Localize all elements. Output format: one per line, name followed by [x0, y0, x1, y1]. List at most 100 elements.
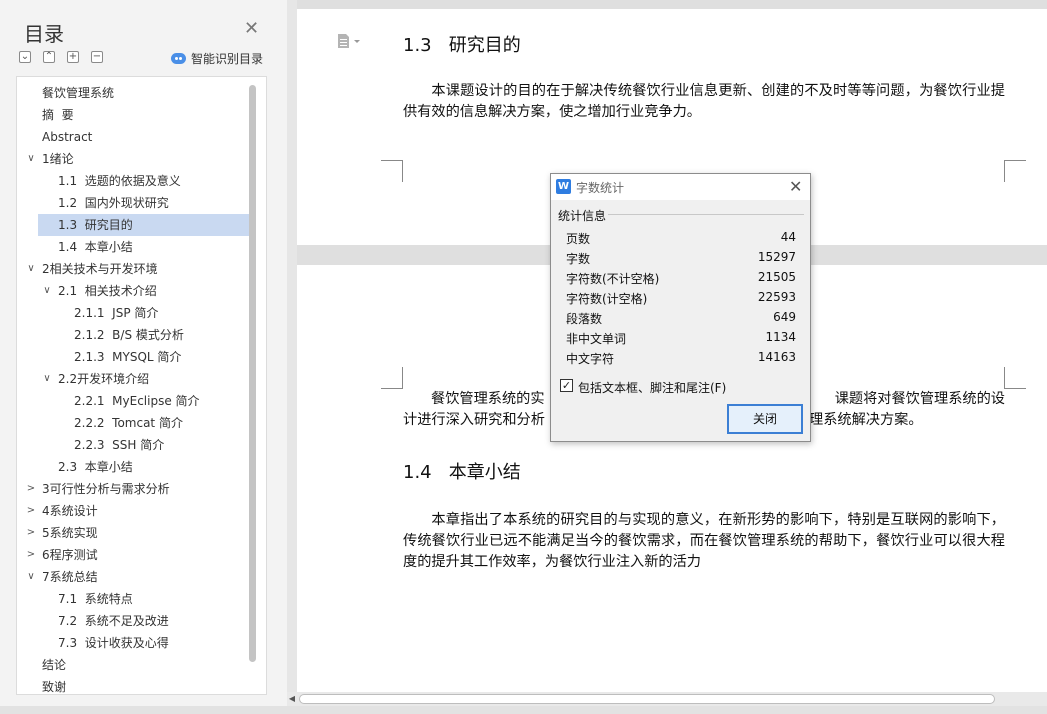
toc-item[interactable]: 2.3 本章小结: [17, 456, 249, 478]
toc-item-label: 2.2开发环境介绍: [58, 372, 150, 386]
chevron-down-icon[interactable]: ∨: [42, 368, 52, 390]
toc-item[interactable]: 7.1 系统特点: [17, 588, 249, 610]
toc-item[interactable]: ∨ 2相关技术与开发环境: [17, 258, 249, 280]
toc-item[interactable]: ∨ 7系统总结: [17, 566, 249, 588]
stat-row: 字符数(计空格) 22593: [566, 290, 796, 310]
toc-item[interactable]: ∨ 2.2开发环境介绍: [17, 368, 249, 390]
close-icon[interactable]: ✕: [244, 20, 259, 38]
toc-item[interactable]: 2.2.2 Tomcat 简介: [17, 412, 249, 434]
document-icon[interactable]: [337, 33, 361, 49]
stat-value: 15297: [757, 250, 796, 264]
toc-item[interactable]: 1.4 本章小结: [17, 236, 249, 258]
scrollbar-thumb[interactable]: [299, 694, 995, 704]
collapse-all-icon[interactable]: ⌄: [19, 51, 31, 63]
toc-item-label: 致谢: [42, 680, 67, 694]
toc-item[interactable]: 餐饮管理系统: [17, 82, 249, 104]
toc-item[interactable]: 7.2 系统不足及改进: [17, 610, 249, 632]
chevron-right-icon[interactable]: >: [26, 478, 36, 500]
toc-item-label: Abstract: [42, 130, 93, 144]
scroll-left-icon[interactable]: ◀: [287, 692, 297, 706]
toc-item[interactable]: ∨ 1绪论: [17, 148, 249, 170]
toc-item[interactable]: >5系统实现: [17, 522, 249, 544]
checkbox-label[interactable]: 包括文本框、脚注和尾注(F): [578, 379, 726, 396]
stat-row: 页数 44: [566, 230, 796, 250]
stat-row: 字符数(不计空格) 21505: [566, 270, 796, 290]
toc-item-label: 摘 要: [42, 108, 74, 122]
dialog-titlebar[interactable]: W 字数统计 ✕: [551, 174, 810, 200]
stat-row: 非中文单词 1134: [566, 330, 796, 350]
chevron-right-icon[interactable]: >: [26, 522, 36, 544]
stat-value: 1134: [765, 330, 796, 344]
chevron-right-icon[interactable]: >: [26, 500, 36, 522]
section-label: 统计信息: [558, 209, 607, 223]
margin-corner-mark: [1004, 160, 1026, 182]
remove-heading-icon[interactable]: −: [91, 51, 103, 63]
close-icon[interactable]: ✕: [789, 177, 802, 196]
close-button[interactable]: 关闭: [727, 404, 803, 434]
stat-label: 字数: [566, 252, 591, 266]
chevron-down-icon[interactable]: ∨: [26, 258, 36, 280]
stat-label: 页数: [566, 232, 591, 246]
paragraph-fragment: 餐饮管理系统的实: [431, 391, 545, 407]
stat-label: 段落数: [566, 312, 603, 326]
toc-item[interactable]: >3可行性分析与需求分析: [17, 478, 249, 500]
pane-divider[interactable]: [287, 0, 297, 714]
toc-item[interactable]: 2.1.1 JSP 简介: [17, 302, 249, 324]
toc-item[interactable]: 1.1 选题的依据及意义: [17, 170, 249, 192]
toc-item-label: 2.1.1 JSP 简介: [74, 306, 159, 320]
toc-item[interactable]: ∨ 2.1 相关技术介绍: [17, 280, 249, 302]
smart-toc-label: 智能识别目录: [191, 52, 264, 66]
expand-all-icon[interactable]: ⌃: [43, 51, 55, 63]
toc-item[interactable]: 2.1.3 MYSQL 简介: [17, 346, 249, 368]
stat-label: 字符数(不计空格): [566, 272, 660, 286]
smart-toc-button[interactable]: 智能识别目录: [171, 50, 263, 67]
toc-item-label: 结论: [42, 658, 67, 672]
paragraph-fragment: 计进行深入研究和分析: [403, 412, 545, 428]
toc-item[interactable]: 摘 要: [17, 104, 249, 126]
toc-item[interactable]: 结论: [17, 654, 249, 676]
toc-item[interactable]: >6程序测试: [17, 544, 249, 566]
paragraph-fragment: 课题将对餐饮管理系统的设: [834, 391, 1005, 407]
toc-item[interactable]: 2.1.2 B/S 模式分析: [17, 324, 249, 346]
horizontal-scrollbar[interactable]: ◀: [287, 692, 1047, 706]
chevron-down-icon[interactable]: ∨: [26, 566, 36, 588]
toc-item[interactable]: 1.2 国内外现状研究: [17, 192, 249, 214]
margin-corner-mark: [1004, 367, 1026, 389]
toc-item-label: 7系统总结: [42, 570, 98, 584]
toc-item-label: 6程序测试: [42, 548, 98, 562]
stat-row: 字数 15297: [566, 250, 796, 270]
chevron-down-icon[interactable]: ∨: [42, 280, 52, 302]
stat-value: 22593: [757, 290, 796, 304]
chevron-right-icon[interactable]: >: [26, 544, 36, 566]
add-heading-icon[interactable]: +: [67, 51, 79, 63]
toc-pane: 目录 ✕ ⌄ ⌃ + − 智能识别目录 餐饮管理系统摘 要 Abstract ∨ 1绪…: [0, 0, 287, 714]
include-textbox-checkbox[interactable]: ✓: [560, 379, 573, 392]
toc-item-label: 7.2 系统不足及改进: [58, 614, 169, 628]
toc-item[interactable]: 2.2.3 SSH 简介: [17, 434, 249, 456]
toc-item-label: 7.1 系统特点: [58, 592, 133, 606]
toc-item-label: 1.2 国内外现状研究: [58, 196, 169, 210]
toc-item[interactable]: Abstract: [17, 126, 249, 148]
toc-item[interactable]: >4系统设计: [17, 500, 249, 522]
toc-item-label: 2.2.1 MyEclipse 简介: [74, 394, 200, 408]
toc-item-label: 1绪论: [42, 152, 74, 166]
toc-item-label: 2.1.2 B/S 模式分析: [74, 328, 184, 342]
toc-scrollbar[interactable]: [249, 85, 256, 662]
margin-corner-mark: [381, 367, 403, 389]
word-count-dialog: W 字数统计 ✕ 统计信息 页数 44 字数 15297 字符数(不计空格) 21505 字…: [550, 173, 811, 442]
toc-item[interactable]: 1.3 研究目的: [38, 214, 249, 236]
toc-item-label: 2相关技术与开发环境: [42, 262, 158, 276]
toc-item-label: 1.1 选题的依据及意义: [58, 174, 181, 188]
ai-robot-icon: [171, 53, 186, 64]
toc-item-label: 2.1.3 MYSQL 简介: [74, 350, 182, 364]
toc-item[interactable]: 7.3 设计收获及心得: [17, 632, 249, 654]
paragraph: 本课题设计的目的在于解决传统餐饮行业信息更新、创建的不及时等等问题，为餐饮行业提…: [403, 83, 1005, 120]
toc-item-label: 1.4 本章小结: [58, 240, 133, 254]
toc-item[interactable]: 2.2.1 MyEclipse 简介: [17, 390, 249, 412]
paragraph: 本章指出了本系统的研究目的与实现的意义，在新形势的影响下，特别是互联网的影响下，…: [403, 512, 1005, 570]
toc-item-label: 2.3 本章小结: [58, 460, 133, 474]
toc-item-label: 餐饮管理系统: [42, 86, 115, 100]
toc-item-label: 7.3 设计收获及心得: [58, 636, 169, 650]
chevron-down-icon[interactable]: ∨: [26, 148, 36, 170]
toc-item[interactable]: 致谢: [17, 676, 249, 694]
